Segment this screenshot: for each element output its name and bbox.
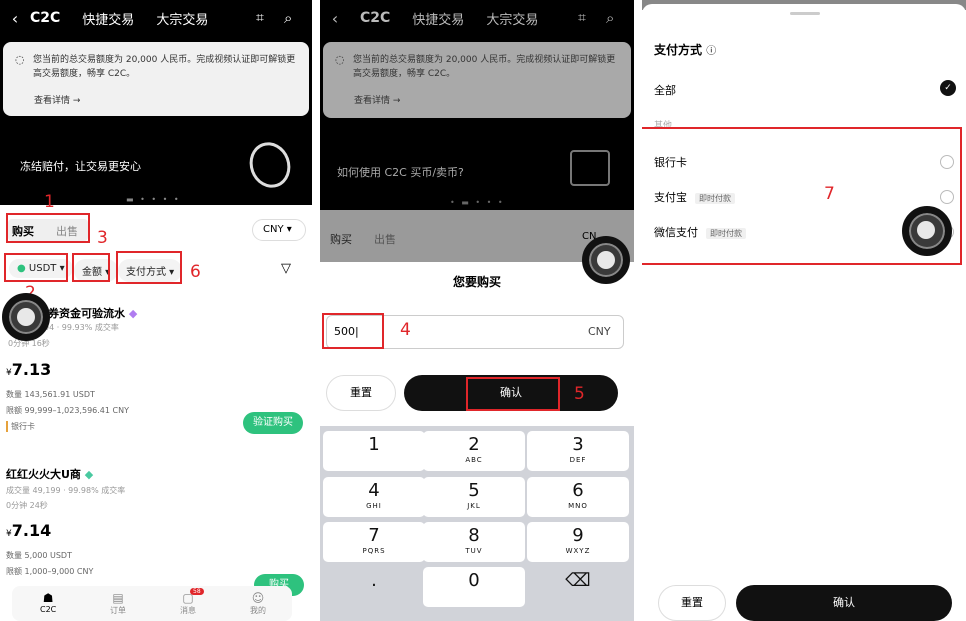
key-2[interactable]: 2 ABC [423,431,525,471]
buy-tab[interactable]: 购买 [330,231,352,247]
key-3[interactable]: 3 DEF [527,431,629,471]
nav-orders[interactable]: ▤ 订单 [110,591,126,616]
annotation-box-6 [116,251,182,284]
top-bar: ‹ C2C 快捷交易 大宗交易 ⌗ ⌕ [320,0,634,36]
panel-c2c-market: ‹ C2C 快捷交易 大宗交易 ⌗ ⌕ ◌ 您当前的总交易额度为 20,000 … [0,0,312,621]
back-icon[interactable]: ‹ [0,9,30,28]
merchant-1-limit: 限额 99,999–1,023,596.41 CNY [6,406,129,415]
reset-button[interactable]: 重置 [658,585,726,621]
notice-more-link[interactable]: 查看详情 → [354,94,400,108]
key-8[interactable]: 8 TUV [423,522,525,562]
nav-c2c[interactable]: ☗ C2C [40,591,56,614]
banner-text: 冻结赔付，让交易更安心 [20,160,141,173]
currency-select[interactable]: CNY ▾ [252,219,306,241]
tab-c2c[interactable]: C2C [30,10,60,26]
search-icon[interactable]: ⌕ [284,9,292,27]
banner-text: 如何使用 C2C 买币/卖币? [337,166,464,179]
tab-block-trade[interactable]: 大宗交易 [156,9,208,28]
carousel-dots: ▬ • • • • [126,195,181,204]
info-icon: ⓘ [706,46,717,57]
tab-quick-trade[interactable]: 快捷交易 [82,9,134,28]
banner-illustration [570,150,610,186]
panel-payment-method: 支付方式 ⓘ 全部 ✓ 其他 银行卡 支付宝 即时付款 微信支付 即时付款 7 重置 确… [642,0,966,621]
tab-c2c[interactable]: C2C [360,10,390,26]
merchant-2-name[interactable]: 红红火火大U商 ◆ [6,466,93,482]
key-dot[interactable]: . [323,567,425,607]
annotation-4: 4 [400,320,411,340]
sheet-title: 支付方式 ⓘ [654,43,717,57]
key-6[interactable]: 6 MNO [527,477,629,517]
key-9[interactable]: 9 WXYZ [527,522,629,562]
top-bar: ‹ C2C 快捷交易 大宗交易 ⌗ ⌕ [0,0,312,36]
annotation-box-4 [322,313,384,349]
carousel-dots: • ▬ • • • [450,198,505,207]
scan-icon[interactable]: ⌗ [578,10,586,26]
document-icon: ▤ [112,591,124,605]
scan-icon[interactable]: ⌗ [256,10,264,26]
tab-block-trade[interactable]: 大宗交易 [486,9,538,28]
verify-buy-button[interactable]: 验证购买 [243,412,303,434]
option-all[interactable]: 全部 [654,82,676,98]
annotation-7: 7 [824,184,835,204]
checkmark-icon: ✓ [940,80,956,96]
annotation-1: 1 [44,192,55,212]
panel-buy-amount: ‹ C2C 快捷交易 大宗交易 ⌗ ⌕ ◌ 您当前的总交易额度为 20,000 … [320,0,634,621]
notice-text: 您当前的总交易额度为 20,000 人民币。完成视频认证即可解锁更高交易额度，畅… [33,55,296,79]
lightbulb-icon: ◌ [335,53,345,66]
touch-indicator [902,206,952,256]
key-0[interactable]: 0 [423,567,525,607]
merchant-2-stats: 成交量 49,199 · 99.98% 成交率 [6,486,126,495]
annotation-box-5 [466,377,560,411]
key-backspace[interactable]: ⌫ [527,567,629,607]
user-icon: ☺ [251,591,265,605]
nav-profile[interactable]: ☺ 我的 [250,591,266,616]
key-4[interactable]: 4 GHI [323,477,425,517]
tab-quick-trade[interactable]: 快捷交易 [412,9,464,28]
annotation-box-1 [6,213,90,243]
touch-indicator [2,293,50,341]
notice-more-link[interactable]: 查看详情 → [34,94,80,108]
merchant-1-stats: 94 · 99.93% 成交率 [44,323,119,332]
annotation-box-3 [72,253,110,282]
annotation-5: 5 [574,384,585,404]
message-badge: 58 [190,588,204,595]
filter-icon[interactable]: ▽ [281,261,291,276]
merchant-2-time: 0分钟 24秒 [6,501,48,510]
merchant-2-price: ¥7.14 [6,521,52,540]
sell-tab[interactable]: 出售 [374,231,396,247]
reset-button[interactable]: 重置 [326,375,396,411]
limit-notice: ◌ 您当前的总交易额度为 20,000 人民币。完成视频认证即可解锁更高交易额度… [323,42,631,118]
amount-unit: CNY [588,325,611,338]
merchant-1-quantity: 数量 143,561.91 USDT [6,390,95,399]
annotation-6: 6 [190,262,201,282]
lightbulb-icon: ◌ [15,53,25,66]
sheet-handle[interactable] [790,12,820,15]
confirm-button[interactable]: 确认 [736,585,952,621]
merchant-1-name[interactable]: 券资金可验流水 ◆ [48,305,137,321]
merchant-2-quantity: 数量 5,000 USDT [6,551,72,560]
users-icon: ☗ [42,591,54,605]
touch-indicator [582,236,630,284]
key-1[interactable]: 1 [323,431,425,471]
search-icon[interactable]: ⌕ [606,9,614,27]
back-icon[interactable]: ‹ [320,9,350,28]
annotation-3: 3 [97,228,108,248]
annotation-box-2 [4,253,68,282]
merchant-2-limit: 限额 1,000–9,000 CNY [6,567,94,576]
merchant-1-price: ¥7.13 [6,360,52,379]
limit-notice: ◌ 您当前的总交易额度为 20,000 人民币。完成视频认证即可解锁更高交易额度… [3,42,309,116]
payment-sheet [642,4,966,621]
merchant-1-method: 银行卡 [6,421,35,432]
key-7[interactable]: 7 PQRS [323,522,425,562]
notice-text: 您当前的总交易额度为 20,000 人民币。完成视频认证即可解锁更高交易额度，畅… [353,55,616,79]
key-5[interactable]: 5 JKL [423,477,525,517]
